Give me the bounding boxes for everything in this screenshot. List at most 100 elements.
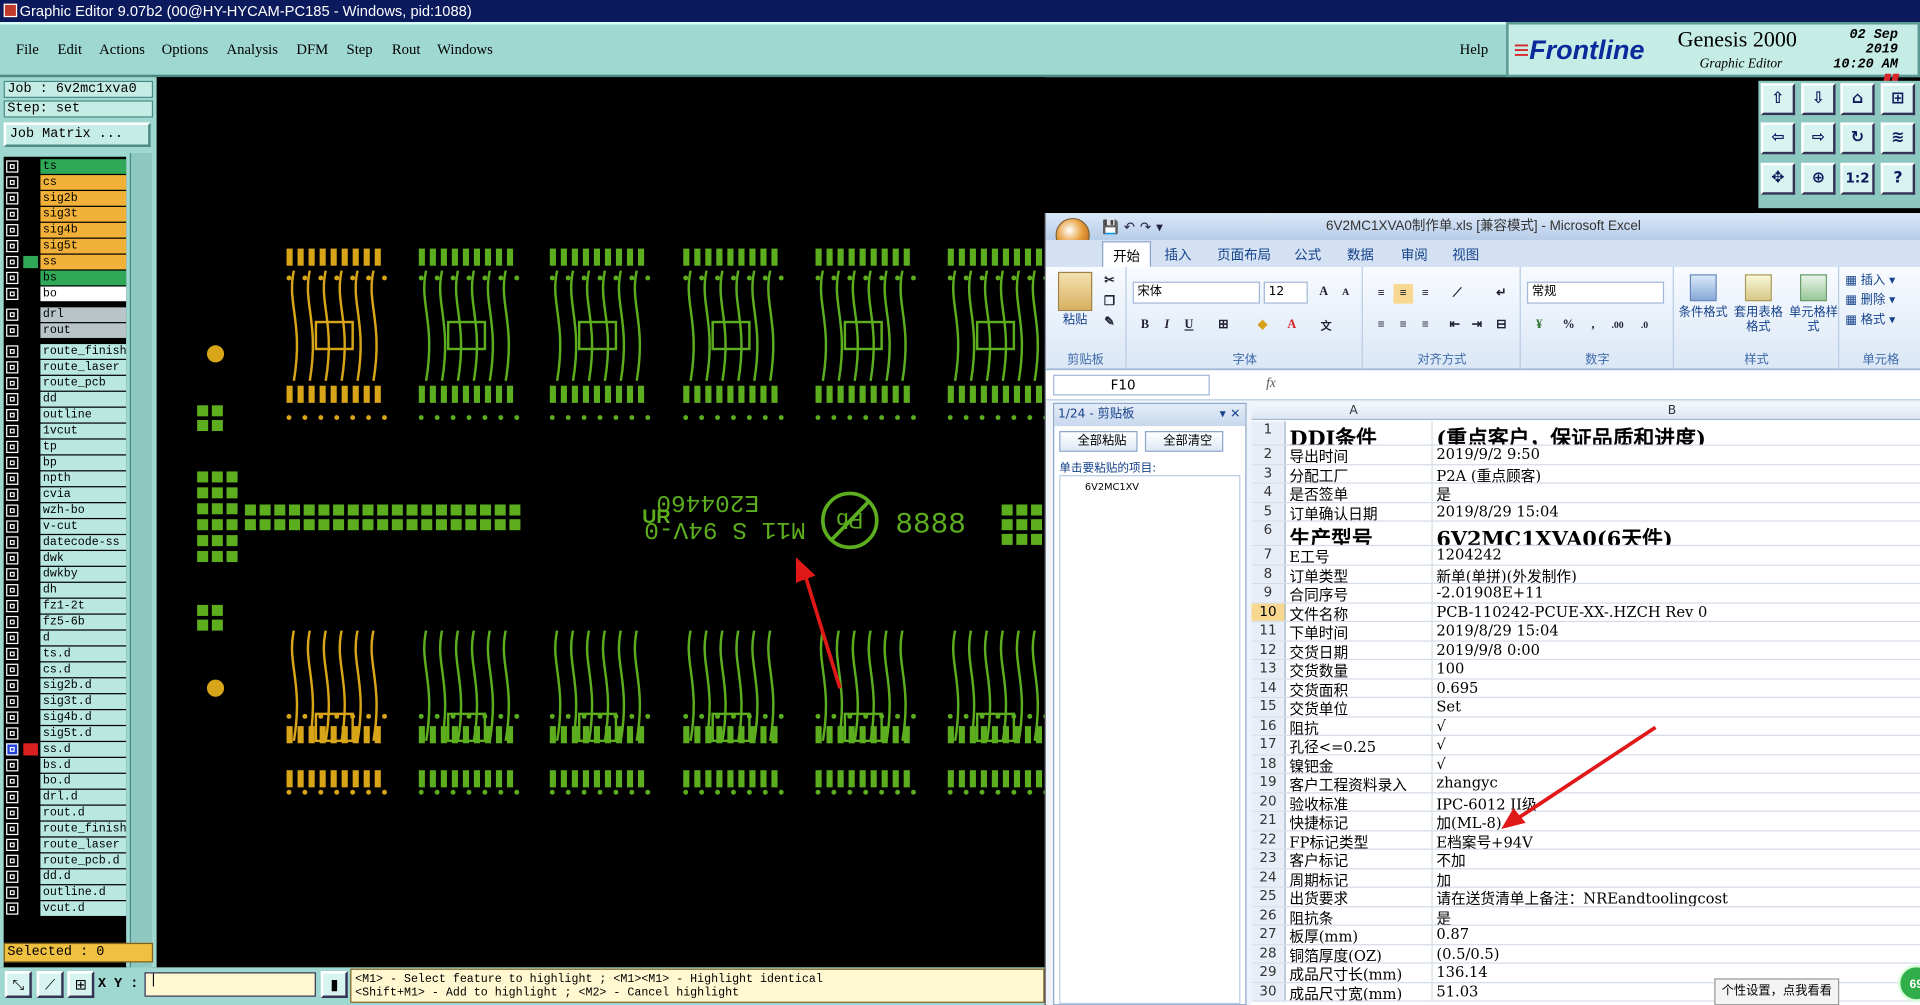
paste-icon[interactable] xyxy=(1057,271,1093,312)
row-number[interactable]: 5 xyxy=(1251,502,1286,521)
layer-color-swatch[interactable] xyxy=(23,240,38,252)
layers-icon[interactable]: ≋ xyxy=(1880,122,1916,155)
cell-a[interactable]: DDI条件 xyxy=(1287,421,1433,445)
smd-pad[interactable] xyxy=(484,770,492,788)
smd-pad[interactable] xyxy=(286,770,293,788)
layer-color-swatch[interactable] xyxy=(23,288,38,300)
trace[interactable] xyxy=(883,630,891,742)
layer-row[interactable]: sig5t.d xyxy=(4,726,127,741)
layer-row[interactable]: route_pcb xyxy=(4,375,127,391)
cell-a[interactable]: 铜箔厚度(OZ) xyxy=(1287,944,1433,963)
menu-edit[interactable]: Edit xyxy=(58,40,82,58)
smd-pad[interactable] xyxy=(506,770,514,788)
row-number[interactable]: 10 xyxy=(1251,603,1286,621)
table-row[interactable]: 5 订单确认日期 2019/8/29 15:04 xyxy=(1251,502,1920,522)
layer-row[interactable]: outline xyxy=(4,407,127,423)
smd-pad[interactable] xyxy=(826,385,833,403)
wrap-text-icon[interactable]: ↵ xyxy=(1491,284,1511,304)
via[interactable] xyxy=(979,789,985,795)
pad[interactable] xyxy=(226,503,238,515)
cell-a[interactable]: 交货面积 xyxy=(1287,678,1433,697)
trace[interactable] xyxy=(354,270,362,382)
cell-a[interactable]: 交货数量 xyxy=(1287,660,1433,678)
layer-row[interactable]: sig4b.d xyxy=(4,710,127,725)
smd-pad[interactable] xyxy=(549,385,556,403)
via[interactable] xyxy=(947,275,953,281)
layer-checkbox[interactable] xyxy=(6,240,19,253)
table-row[interactable]: 9 合同序号 -2.01908E+11 xyxy=(1251,584,1920,604)
layer-color-swatch[interactable] xyxy=(23,504,38,516)
layer-row[interactable]: dwkby xyxy=(4,566,127,582)
smd-pad[interactable] xyxy=(848,385,855,403)
smd-pad[interactable] xyxy=(705,385,712,403)
via[interactable] xyxy=(746,275,752,281)
cell-a[interactable]: 成品尺寸宽(mm) xyxy=(1287,982,1433,1001)
via[interactable] xyxy=(778,275,784,281)
smd-pad[interactable] xyxy=(749,770,756,788)
smd-pad[interactable] xyxy=(738,770,745,788)
smd-pad[interactable] xyxy=(837,770,844,788)
smd-pad[interactable] xyxy=(705,248,712,266)
table-row[interactable]: 22 FP标记类型 E档案号+94V xyxy=(1251,830,1920,850)
row-number[interactable]: 15 xyxy=(1251,697,1286,716)
table-row[interactable]: 10 文件名称 PCB-110242-PCUE-XX-.HZCH Rev 0 xyxy=(1251,603,1920,623)
table-row[interactable]: 15 交货单位 Set xyxy=(1251,697,1920,717)
trace[interactable] xyxy=(967,270,976,382)
smd-pad[interactable] xyxy=(760,770,767,788)
via[interactable] xyxy=(498,713,504,719)
smd-pad[interactable] xyxy=(604,770,612,788)
trace[interactable] xyxy=(767,630,775,742)
menu-actions[interactable]: Actions xyxy=(99,40,145,58)
row-number[interactable]: 18 xyxy=(1251,754,1286,773)
smd-pad[interactable] xyxy=(716,248,723,266)
smd-pad[interactable] xyxy=(1013,248,1021,266)
smd-pad[interactable] xyxy=(440,770,447,788)
cell-a[interactable]: 阻抗 xyxy=(1287,716,1433,735)
smd-pad[interactable] xyxy=(958,726,965,744)
trace[interactable] xyxy=(370,630,378,742)
trace[interactable] xyxy=(703,270,711,382)
smd-pad[interactable] xyxy=(473,770,481,788)
layer-name[interactable]: vcut.d xyxy=(40,901,127,916)
trace[interactable] xyxy=(687,270,695,382)
pad[interactable] xyxy=(480,519,492,531)
smd-pad[interactable] xyxy=(308,248,315,266)
layer-color-swatch[interactable] xyxy=(23,324,38,336)
fill-color-icon[interactable]: ◆ xyxy=(1253,316,1273,336)
via[interactable] xyxy=(418,415,424,421)
layer-color-swatch[interactable] xyxy=(23,361,38,373)
format-painter-icon[interactable]: ✎ xyxy=(1100,313,1120,333)
table-row[interactable]: 20 验收标准 IPC-6012 II级 xyxy=(1251,792,1920,812)
pad[interactable] xyxy=(465,519,477,531)
layer-checkbox[interactable] xyxy=(6,308,19,321)
table-row[interactable]: 27 板厚(mm) 0.87 xyxy=(1251,925,1920,945)
row-number[interactable]: 19 xyxy=(1251,773,1286,792)
format-cells-button[interactable]: ▦ 格式 ▾ xyxy=(1845,313,1916,328)
smd-pad[interactable] xyxy=(903,770,910,788)
smd-pad[interactable] xyxy=(749,385,756,403)
layer-checkbox[interactable] xyxy=(6,568,19,581)
table-row[interactable]: 23 客户标记 不加 xyxy=(1251,849,1920,869)
smd-pad[interactable] xyxy=(473,385,481,403)
cell-b[interactable]: (0.5/0.5) xyxy=(1434,945,1920,963)
smd-pad[interactable] xyxy=(727,770,734,788)
layer-color-swatch[interactable] xyxy=(23,224,38,236)
pad[interactable] xyxy=(318,504,330,516)
cell-a[interactable]: 阻抗条 xyxy=(1287,906,1433,925)
layer-color-swatch[interactable] xyxy=(23,648,38,660)
trace[interactable] xyxy=(423,270,431,382)
layer-name[interactable]: d xyxy=(40,630,127,646)
trace[interactable] xyxy=(601,270,610,382)
via[interactable] xyxy=(302,275,308,281)
pad[interactable] xyxy=(226,551,238,563)
layer-checkbox[interactable] xyxy=(6,902,19,915)
smd-pad[interactable] xyxy=(495,248,503,266)
layer-row[interactable]: rout.d xyxy=(4,805,127,821)
trace[interactable] xyxy=(502,270,510,382)
smd-pad[interactable] xyxy=(1024,770,1032,788)
smd-pad[interactable] xyxy=(549,726,556,744)
smd-pad[interactable] xyxy=(593,385,601,403)
row-number[interactable]: 28 xyxy=(1251,944,1286,963)
smd-pad[interactable] xyxy=(870,770,877,788)
smd-pad[interactable] xyxy=(683,248,690,266)
